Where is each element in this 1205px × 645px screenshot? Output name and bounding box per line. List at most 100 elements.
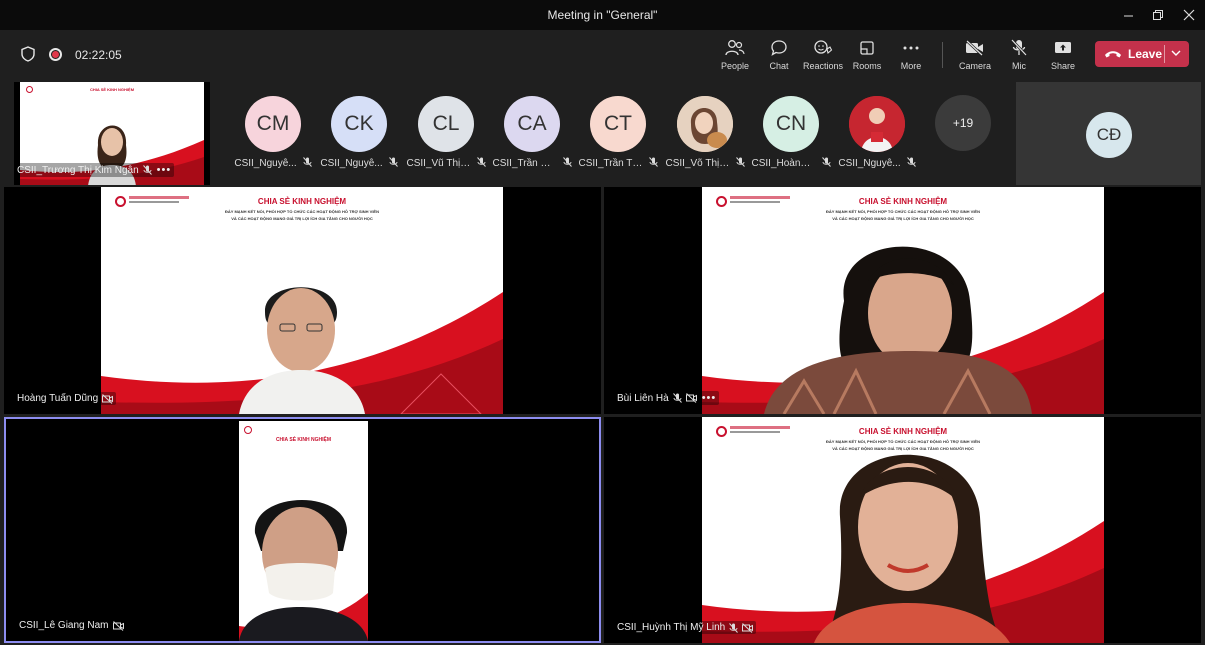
self-video-tile[interactable]: CHIA SẺ KINH NGHIỆM CSII_Trương Thị Kim … xyxy=(14,82,210,185)
rooms-label: Rooms xyxy=(852,61,882,71)
slide-subtitle: ĐẨY MẠNH KẾT NỐI, PHỐI HỢP TỔ CHỨC CÁC H… xyxy=(825,209,980,214)
participant-avatar: CĐ xyxy=(1086,112,1132,158)
share-screen-icon xyxy=(1055,42,1071,53)
call-timer: 02:22:05 xyxy=(75,48,122,62)
participant-name: CSII_Nguyễ... xyxy=(231,157,315,170)
mic-button[interactable]: Mic xyxy=(995,38,1043,74)
meeting-toolbar: 02:22:05 People Chat Reactions Rooms Mor… xyxy=(0,30,1205,78)
mic-label: Mic xyxy=(1012,61,1026,71)
self-name: CSII_Trương Thị Kim Ngân xyxy=(17,164,139,176)
mic-muted-icon xyxy=(735,157,745,170)
video-tile[interactable]: CHIA SẺ KINH NGHIỆM ĐẨY MẠNH KẾT NỐI, PH… xyxy=(604,417,1201,643)
mic-muted-icon xyxy=(142,165,152,175)
self-name-tag: CSII_Trương Thị Kim Ngân ••• xyxy=(14,163,175,177)
people-icon xyxy=(725,40,745,56)
chat-icon xyxy=(771,40,787,56)
minimize-button[interactable] xyxy=(1115,4,1141,26)
video-tile[interactable]: CHIA SẺ KINH NGHIỆM ĐẨY MẠNH KẾT NỐI, PH… xyxy=(604,187,1201,414)
participant-name-tag: Hoàng Tuấn Dũng xyxy=(14,392,117,405)
slide-title: CHIA SẺ KINH NGHIỆM xyxy=(89,87,135,92)
participant-name: CSII_Vũ Thị ... xyxy=(404,157,488,170)
participant-avatar[interactable]: CL xyxy=(418,96,474,152)
people-button[interactable]: People xyxy=(711,38,759,74)
leave-button[interactable]: Leave xyxy=(1095,41,1189,67)
more-options-icon[interactable]: ••• xyxy=(157,164,172,176)
participant-name: CSII_Võ Thị ... xyxy=(663,157,747,170)
mic-muted-icon xyxy=(729,622,739,633)
participant-video xyxy=(239,287,365,414)
recording-indicator-icon xyxy=(49,48,62,61)
participant-name-tag: CSII_Lê Giang Nam xyxy=(16,619,127,632)
restore-button[interactable] xyxy=(1145,4,1171,26)
mic-muted-icon xyxy=(906,157,916,170)
more-options-icon[interactable]: ••• xyxy=(702,392,717,404)
slide-title: CHIA SẺ KINH NGHIỆM xyxy=(275,437,332,443)
rooms-icon xyxy=(860,41,874,55)
camera-off-icon xyxy=(966,40,983,56)
close-icon xyxy=(1183,9,1195,21)
camera-off-small-icon xyxy=(685,393,697,403)
participant-name: CSII_Hoàng ... xyxy=(749,157,833,170)
hang-up-icon xyxy=(1105,51,1121,58)
slide-title: CHIA SẺ KINH NGHIỆM xyxy=(257,197,347,206)
mic-muted-icon xyxy=(821,157,831,170)
mic-muted-icon xyxy=(476,157,486,170)
participant-avatar[interactable]: CM xyxy=(245,96,301,152)
participant-name: Bùi Liên Hà xyxy=(617,392,669,404)
people-label: People xyxy=(720,61,750,71)
participant-name: CSII_Nguyễ... xyxy=(835,157,919,170)
participant-name-tag: Bùi Liên Hà ••• xyxy=(614,391,720,405)
participant-name: CSII_Nguyễ... xyxy=(317,157,401,170)
mic-muted-icon xyxy=(648,157,658,170)
video-tile-active-speaker[interactable]: CHIA SẺ KINH NGHIỆM CSII_Lê Giang Nam xyxy=(4,417,601,643)
participant-name: CSII_Lê Giang Nam xyxy=(19,620,109,631)
shield-icon[interactable] xyxy=(21,46,35,62)
participant-name: CSII_Trần Đi... xyxy=(490,157,574,170)
restore-icon xyxy=(1153,10,1163,20)
participant-name: CSII_Trần Th... xyxy=(576,157,660,170)
participant-video xyxy=(814,454,1010,643)
participant-gallery: CHIA SẺ KINH NGHIỆM CSII_Trương Thị Kim … xyxy=(0,78,1205,186)
camera-off-small-icon xyxy=(102,393,114,404)
close-window-button[interactable] xyxy=(1176,4,1202,26)
reactions-label: Reactions xyxy=(802,61,844,71)
more-button[interactable]: More xyxy=(887,38,935,74)
more-label: More xyxy=(900,61,922,71)
participant-photo-avatar[interactable] xyxy=(849,96,905,152)
share-button[interactable]: Share xyxy=(1039,38,1087,74)
camera-off-small-icon xyxy=(742,622,754,633)
slide-logo-icon xyxy=(244,426,252,434)
video-tile[interactable]: CHIA SẺ KINH NGHIỆM ĐẨY MẠNH KẾT NỐI, PH… xyxy=(4,187,601,414)
chat-button[interactable]: Chat xyxy=(755,38,803,74)
participant-name-tag: CSII_Huỳnh Thị Mỹ Linh xyxy=(614,621,757,634)
slide-subtitle: VÀ CÁC HOẠT ĐỘNG MANG GIÁ TRỊ LỢI ÍCH GI… xyxy=(832,216,974,221)
share-label: Share xyxy=(1050,61,1076,71)
more-icon xyxy=(903,46,919,50)
participant-photo-avatar[interactable] xyxy=(677,96,733,152)
spotlight-avatar-tile[interactable]: CĐ xyxy=(1016,82,1201,185)
slide-title: CHIA SẺ KINH NGHIỆM xyxy=(858,197,948,206)
participant-avatar[interactable]: CN xyxy=(763,96,819,152)
rooms-button[interactable]: Rooms xyxy=(843,38,891,74)
participant-avatar[interactable]: CT xyxy=(590,96,646,152)
chat-label: Chat xyxy=(769,61,789,71)
chevron-down-icon[interactable] xyxy=(1171,49,1181,57)
reactions-button[interactable]: Reactions xyxy=(799,38,847,74)
profile-photo-icon xyxy=(677,96,733,152)
camera-button[interactable]: Camera xyxy=(951,38,999,74)
participant-video xyxy=(764,246,1032,414)
more-participants-button[interactable]: +19 xyxy=(935,95,991,151)
minimize-icon xyxy=(1123,15,1133,16)
profile-photo-icon xyxy=(849,96,905,152)
reactions-icon xyxy=(814,40,833,54)
mic-muted-icon xyxy=(672,393,682,403)
camera-off-small-icon xyxy=(112,620,124,631)
participant-video xyxy=(239,499,368,641)
participant-avatar[interactable]: CK xyxy=(331,96,387,152)
participant-avatar[interactable]: CA xyxy=(504,96,560,152)
participant-name: Hoàng Tuấn Dũng xyxy=(17,393,99,404)
toolbar-divider xyxy=(942,42,943,68)
window-title: Meeting in "General" xyxy=(547,8,658,22)
slide-subtitle: VÀ CÁC HOẠT ĐỘNG MANG GIÁ TRỊ LỢI ÍCH GI… xyxy=(231,216,373,221)
leave-label: Leave xyxy=(1128,47,1163,61)
